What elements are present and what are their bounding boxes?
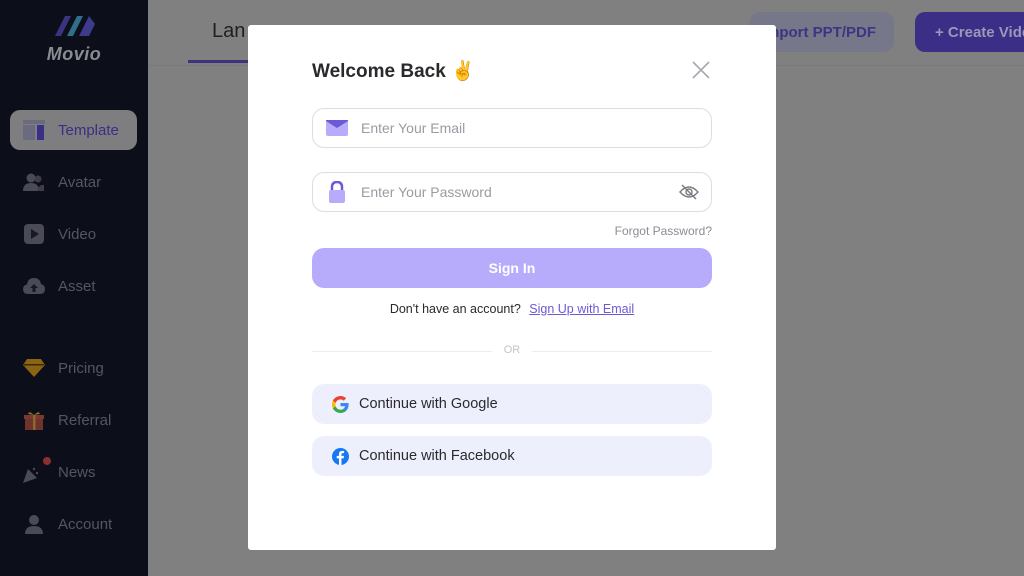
password-input[interactable] [361, 184, 677, 200]
modal-title: Welcome Back ✌️ [312, 59, 475, 83]
continue-with-google-button[interactable]: Continue with Google [312, 384, 712, 424]
brand-name: Movio [46, 44, 102, 64]
sign-up-with-email-link[interactable]: Sign Up with Email [529, 302, 634, 316]
news-badge [43, 457, 51, 465]
sidebar-item-label: Asset [58, 277, 96, 295]
close-icon [692, 61, 710, 79]
email-field[interactable] [312, 108, 712, 148]
forgot-password-link[interactable]: Forgot Password? [615, 224, 712, 238]
avatar-icon [23, 171, 45, 193]
email-input[interactable] [361, 120, 711, 136]
mail-icon [326, 117, 348, 139]
sidebar-item-label: Referral [58, 411, 112, 429]
continue-with-facebook-button[interactable]: Continue with Facebook [312, 436, 712, 476]
user-icon [23, 513, 45, 535]
google-icon [331, 395, 349, 413]
gift-icon [23, 409, 45, 431]
google-button-label: Continue with Google [359, 396, 498, 412]
tab-language[interactable]: Lan [212, 20, 245, 43]
or-label: OR [503, 344, 521, 356]
sidebar-item-avatar[interactable]: Avatar [10, 162, 137, 202]
sidebar-item-video[interactable]: Video [10, 214, 137, 254]
or-divider: OR [312, 343, 712, 359]
template-icon [23, 119, 45, 141]
sidebar-item-asset[interactable]: Asset [10, 266, 137, 306]
sidebar-item-label: Avatar [58, 173, 102, 191]
create-video-button[interactable]: + Create Video [915, 12, 1024, 52]
sidebar: Movio Template Avatar Video Asset Pricin… [0, 0, 148, 576]
sidebar-item-pricing[interactable]: Pricing [10, 348, 137, 388]
facebook-button-label: Continue with Facebook [359, 448, 515, 464]
lock-icon [326, 181, 348, 203]
no-account-text: Don't have an account? [389, 302, 521, 316]
sidebar-item-label: Template [58, 121, 119, 139]
toggle-password-visibility[interactable] [677, 180, 701, 204]
party-popper-icon [23, 457, 51, 483]
video-icon [23, 223, 45, 245]
password-field[interactable] [312, 172, 712, 212]
facebook-icon [331, 447, 349, 465]
cloud-upload-icon [23, 275, 45, 297]
signup-prompt: Don't have an account? Sign Up with Emai… [312, 302, 712, 316]
divider-line [532, 351, 712, 352]
sidebar-item-referral[interactable]: Referral [10, 400, 137, 440]
logo[interactable]: Movio [0, 12, 148, 65]
diamond-icon [23, 357, 45, 379]
sign-in-button[interactable]: Sign In [312, 248, 712, 288]
eye-off-icon [679, 184, 699, 200]
sidebar-item-account[interactable]: Account [10, 504, 137, 544]
sidebar-item-news[interactable]: News [10, 452, 137, 492]
sidebar-item-label: Pricing [58, 359, 104, 377]
movio-logo-icon [55, 16, 95, 36]
sidebar-item-label: Account [58, 515, 113, 533]
close-button[interactable] [690, 59, 712, 81]
sidebar-item-template[interactable]: Template [10, 110, 137, 150]
victory-hand-icon: ✌️ [451, 61, 475, 82]
sidebar-item-label: News [58, 463, 96, 481]
modal-title-text: Welcome Back [312, 61, 446, 82]
login-modal: Welcome Back ✌️ Forgot Password? Sign In… [248, 25, 776, 550]
sidebar-item-label: Video [58, 225, 97, 243]
